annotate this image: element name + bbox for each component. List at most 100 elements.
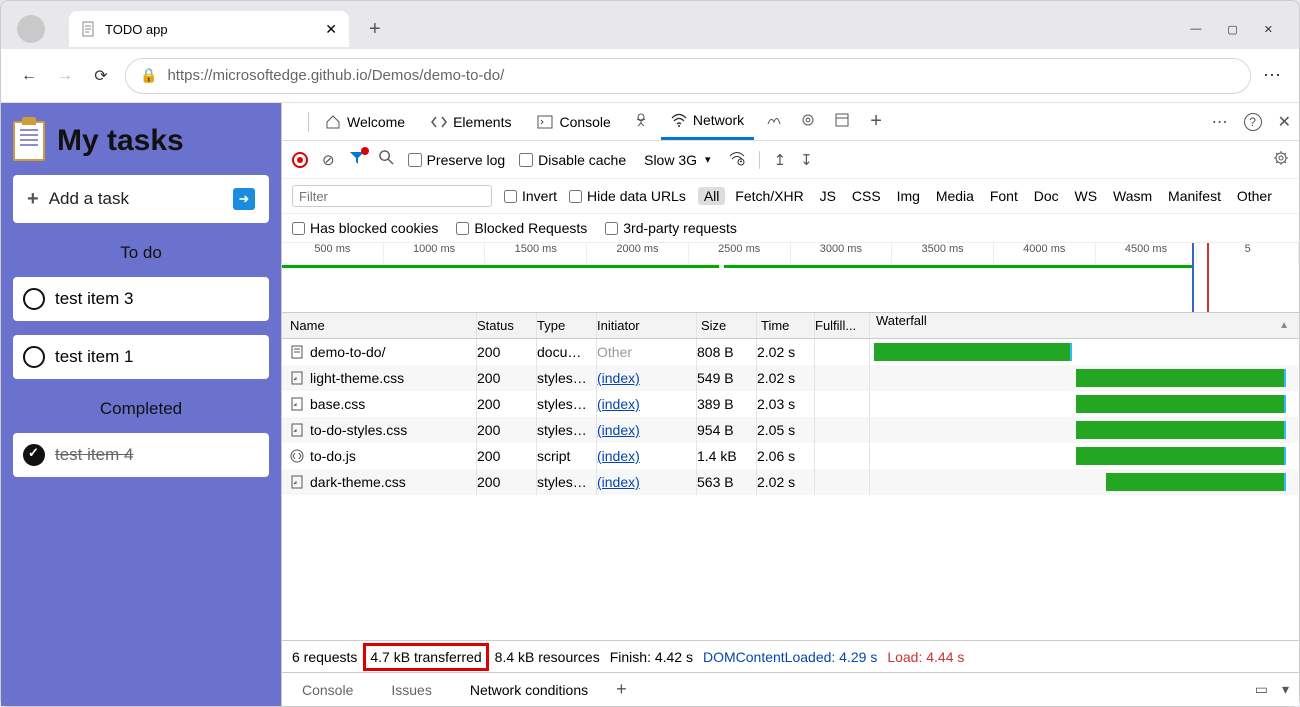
close-window-icon[interactable]: ✕	[1264, 23, 1273, 36]
minimize-icon[interactable]: —	[1190, 23, 1201, 36]
profile-avatar[interactable]	[17, 15, 45, 43]
file-icon	[290, 449, 304, 463]
url-text: https://microsoftedge.github.io/Demos/de…	[167, 67, 504, 84]
filter-chip[interactable]: Doc	[1028, 187, 1065, 205]
col-header-time[interactable]: Time	[757, 313, 815, 338]
tab-console[interactable]: Console	[527, 103, 620, 140]
table-row[interactable]: demo-to-do/ 200 docu… Other 808 B 2.02 s	[282, 339, 1299, 365]
filter-chip[interactable]: CSS	[846, 187, 887, 205]
throttle-dropdown[interactable]: Slow 3G	[640, 150, 714, 170]
refresh-button[interactable]: ⟳	[89, 66, 113, 86]
col-header-waterfall[interactable]: Waterfall	[870, 313, 1299, 338]
application-icon[interactable]	[828, 112, 856, 131]
disable-cache-checkbox[interactable]: Disable cache	[519, 152, 626, 168]
drawer-collapse-icon[interactable]: ▾	[1282, 681, 1289, 698]
cell-fulfill	[815, 391, 870, 417]
filter-input[interactable]	[292, 185, 492, 207]
checkbox-icon[interactable]	[23, 288, 45, 310]
tab-welcome[interactable]: Welcome	[315, 103, 415, 140]
filter-chip[interactable]: Fetch/XHR	[729, 187, 809, 205]
maximize-icon[interactable]: ▢	[1227, 23, 1237, 36]
initiator-link[interactable]: (index)	[597, 396, 640, 412]
blocked-requests-checkbox[interactable]: Blocked Requests	[456, 220, 587, 236]
table-row[interactable]: light-theme.css 200 styles… (index) 549 …	[282, 365, 1299, 391]
cell-time: 2.05 s	[757, 417, 815, 443]
import-icon[interactable]: ↧	[800, 151, 813, 169]
blocked-cookies-checkbox[interactable]: Has blocked cookies	[292, 220, 438, 236]
filter-chip[interactable]: Manifest	[1162, 187, 1227, 205]
tab-network[interactable]: Network	[661, 103, 754, 140]
checkbox-icon[interactable]	[23, 346, 45, 368]
browser-tab[interactable]: TODO app ✕	[69, 11, 349, 47]
drawer-tab-issues[interactable]: Issues	[381, 676, 441, 704]
filter-chip[interactable]: Font	[984, 187, 1024, 205]
filter-chip[interactable]: WS	[1069, 187, 1104, 205]
cell-waterfall	[870, 417, 1299, 443]
record-button[interactable]	[292, 152, 308, 168]
table-row[interactable]: base.css 200 styles… (index) 389 B 2.03 …	[282, 391, 1299, 417]
col-header-fulfill[interactable]: Fulfill...	[815, 313, 870, 338]
invert-checkbox[interactable]: Invert	[504, 188, 557, 204]
tab-elements[interactable]: Elements	[421, 103, 521, 140]
third-party-checkbox[interactable]: 3rd-party requests	[605, 220, 737, 236]
drawer-expand-icon[interactable]: ▭	[1255, 681, 1268, 698]
back-button[interactable]: ←	[17, 67, 41, 85]
drawer-tab-network-conditions[interactable]: Network conditions	[460, 676, 598, 704]
preserve-log-checkbox[interactable]: Preserve log	[408, 152, 506, 168]
initiator-link[interactable]: (index)	[597, 474, 640, 490]
hide-data-urls-checkbox[interactable]: Hide data URLs	[569, 188, 686, 204]
task-item[interactable]: test item 3	[13, 277, 269, 321]
add-task-button[interactable]: + Add a task ➜	[13, 175, 269, 223]
filter-chip[interactable]: Media	[930, 187, 980, 205]
cell-initiator: (index)	[597, 365, 697, 391]
network-settings-icon[interactable]	[1273, 150, 1289, 170]
table-row[interactable]: dark-theme.css 200 styles… (index) 563 B…	[282, 469, 1299, 495]
close-tab-icon[interactable]: ✕	[325, 22, 337, 36]
settings-gear-icon[interactable]	[794, 112, 822, 131]
table-row[interactable]: to-do-styles.css 200 styles… (index) 954…	[282, 417, 1299, 443]
filter-chip[interactable]: All	[698, 187, 726, 205]
more-icon[interactable]: ⋯	[1212, 112, 1228, 132]
drawer-tab-console[interactable]: Console	[292, 676, 363, 704]
checkbox-checked-icon[interactable]	[23, 444, 45, 466]
table-header[interactable]: Name Status Type Initiator Size Time Ful…	[282, 313, 1299, 339]
timeline-tick: 2500 ms	[689, 243, 791, 263]
task-item-done[interactable]: test item 4	[13, 433, 269, 477]
network-conditions-icon[interactable]	[729, 150, 745, 170]
col-header-initiator[interactable]: Initiator	[597, 313, 697, 338]
cell-size: 549 B	[697, 365, 757, 391]
initiator-link[interactable]: (index)	[597, 448, 640, 464]
filter-toggle-icon[interactable]	[349, 150, 365, 170]
col-header-type[interactable]: Type	[537, 313, 597, 338]
sources-icon[interactable]	[627, 112, 655, 131]
export-icon[interactable]: ↥	[774, 151, 787, 169]
filter-chip[interactable]: Wasm	[1107, 187, 1158, 205]
clear-icon[interactable]: ⊘	[322, 151, 335, 169]
filter-chip[interactable]: Img	[891, 187, 926, 205]
filter-chip[interactable]: JS	[814, 187, 842, 205]
network-table: Name Status Type Initiator Size Time Ful…	[282, 313, 1299, 640]
table-row[interactable]: to-do.js 200 script (index) 1.4 kB 2.06 …	[282, 443, 1299, 469]
file-icon	[290, 371, 304, 385]
more-tabs-button[interactable]: +	[862, 110, 890, 133]
wifi-icon	[671, 112, 687, 128]
help-icon[interactable]: ?	[1244, 113, 1262, 131]
task-label: test item 1	[55, 347, 133, 367]
col-header-status[interactable]: Status	[477, 313, 537, 338]
performance-icon[interactable]	[760, 112, 788, 131]
new-tab-button[interactable]: +	[357, 18, 393, 41]
timeline-tick: 4000 ms	[994, 243, 1096, 263]
browser-more-icon[interactable]: ⋯	[1263, 65, 1283, 86]
filter-chip[interactable]: Other	[1231, 187, 1278, 205]
close-devtools-icon[interactable]: ✕	[1278, 112, 1291, 132]
col-header-size[interactable]: Size	[697, 313, 757, 338]
drawer-add-tab-button[interactable]: +	[616, 679, 627, 700]
col-header-name[interactable]: Name	[282, 313, 477, 338]
address-field[interactable]: 🔒 https://microsoftedge.github.io/Demos/…	[125, 58, 1251, 94]
initiator-link[interactable]: (index)	[597, 422, 640, 438]
initiator-link[interactable]: (index)	[597, 370, 640, 386]
task-item[interactable]: test item 1	[13, 335, 269, 379]
submit-arrow-icon[interactable]: ➜	[233, 188, 255, 210]
search-icon[interactable]	[379, 150, 394, 169]
network-timeline[interactable]: 500 ms1000 ms1500 ms2000 ms2500 ms3000 m…	[282, 243, 1299, 313]
